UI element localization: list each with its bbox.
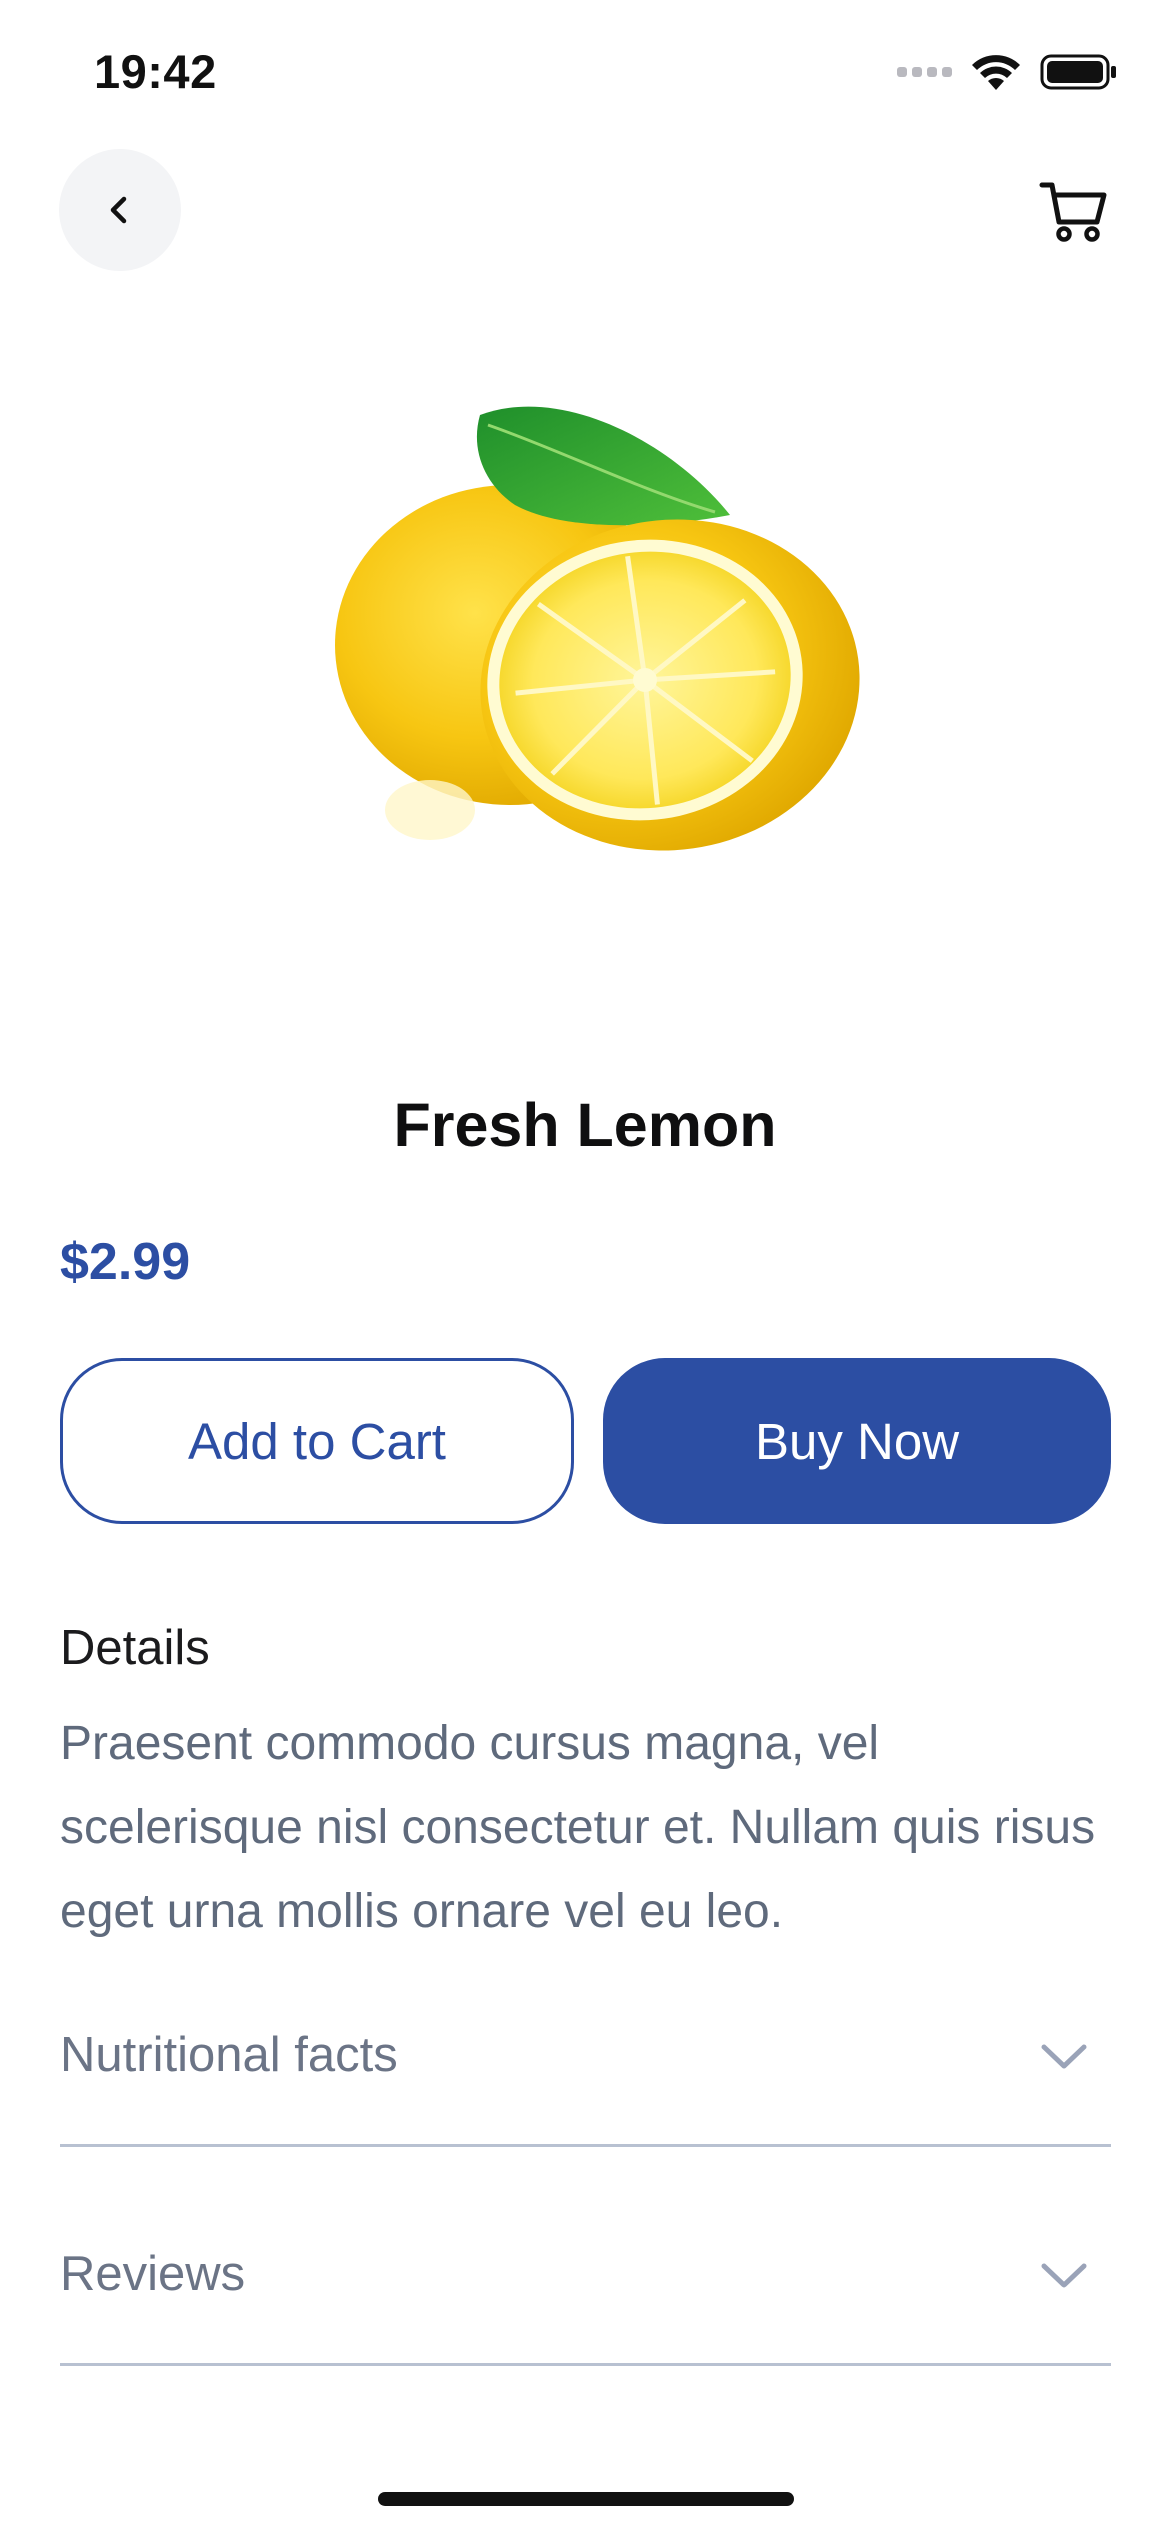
lemon-image xyxy=(335,406,860,851)
cellular-signal-icon xyxy=(897,67,952,77)
accordion-label: Reviews xyxy=(60,2247,246,2301)
status-icons xyxy=(897,52,1118,92)
add-to-cart-button[interactable]: Add to Cart xyxy=(60,1358,574,1524)
nutritional-facts-accordion[interactable]: Nutritional facts xyxy=(60,1997,1111,2147)
product-title: Fresh Lemon xyxy=(393,1091,777,1159)
wifi-icon xyxy=(972,55,1020,90)
home-indicator[interactable] xyxy=(378,2492,794,2506)
status-time: 19:42 xyxy=(94,45,217,98)
chevron-down-icon xyxy=(1041,2044,1087,2069)
cart-button[interactable] xyxy=(1034,172,1114,252)
reviews-accordion[interactable]: Reviews xyxy=(60,2216,1111,2366)
accordion-label: Nutritional facts xyxy=(60,2028,398,2082)
details-heading: Details xyxy=(60,1621,210,1675)
chevron-down-icon xyxy=(1041,2263,1087,2288)
divider xyxy=(60,2144,1111,2147)
back-button[interactable] xyxy=(59,149,181,271)
details-description: Praesent commodo cursus magna, vel scele… xyxy=(60,1717,1096,1938)
status-bar: 19:42 xyxy=(0,0,1170,150)
divider xyxy=(60,2363,1111,2366)
chevron-left-icon xyxy=(110,196,127,224)
product-price: $2.99 xyxy=(60,1233,191,1291)
product-detail-screen: 19:42 Fresh Lemon $2.99 Add to Cart Buy … xyxy=(0,0,1170,2532)
battery-icon xyxy=(1040,54,1116,90)
shopping-cart-icon xyxy=(1039,182,1107,242)
buy-now-button[interactable]: Buy Now xyxy=(603,1358,1111,1524)
